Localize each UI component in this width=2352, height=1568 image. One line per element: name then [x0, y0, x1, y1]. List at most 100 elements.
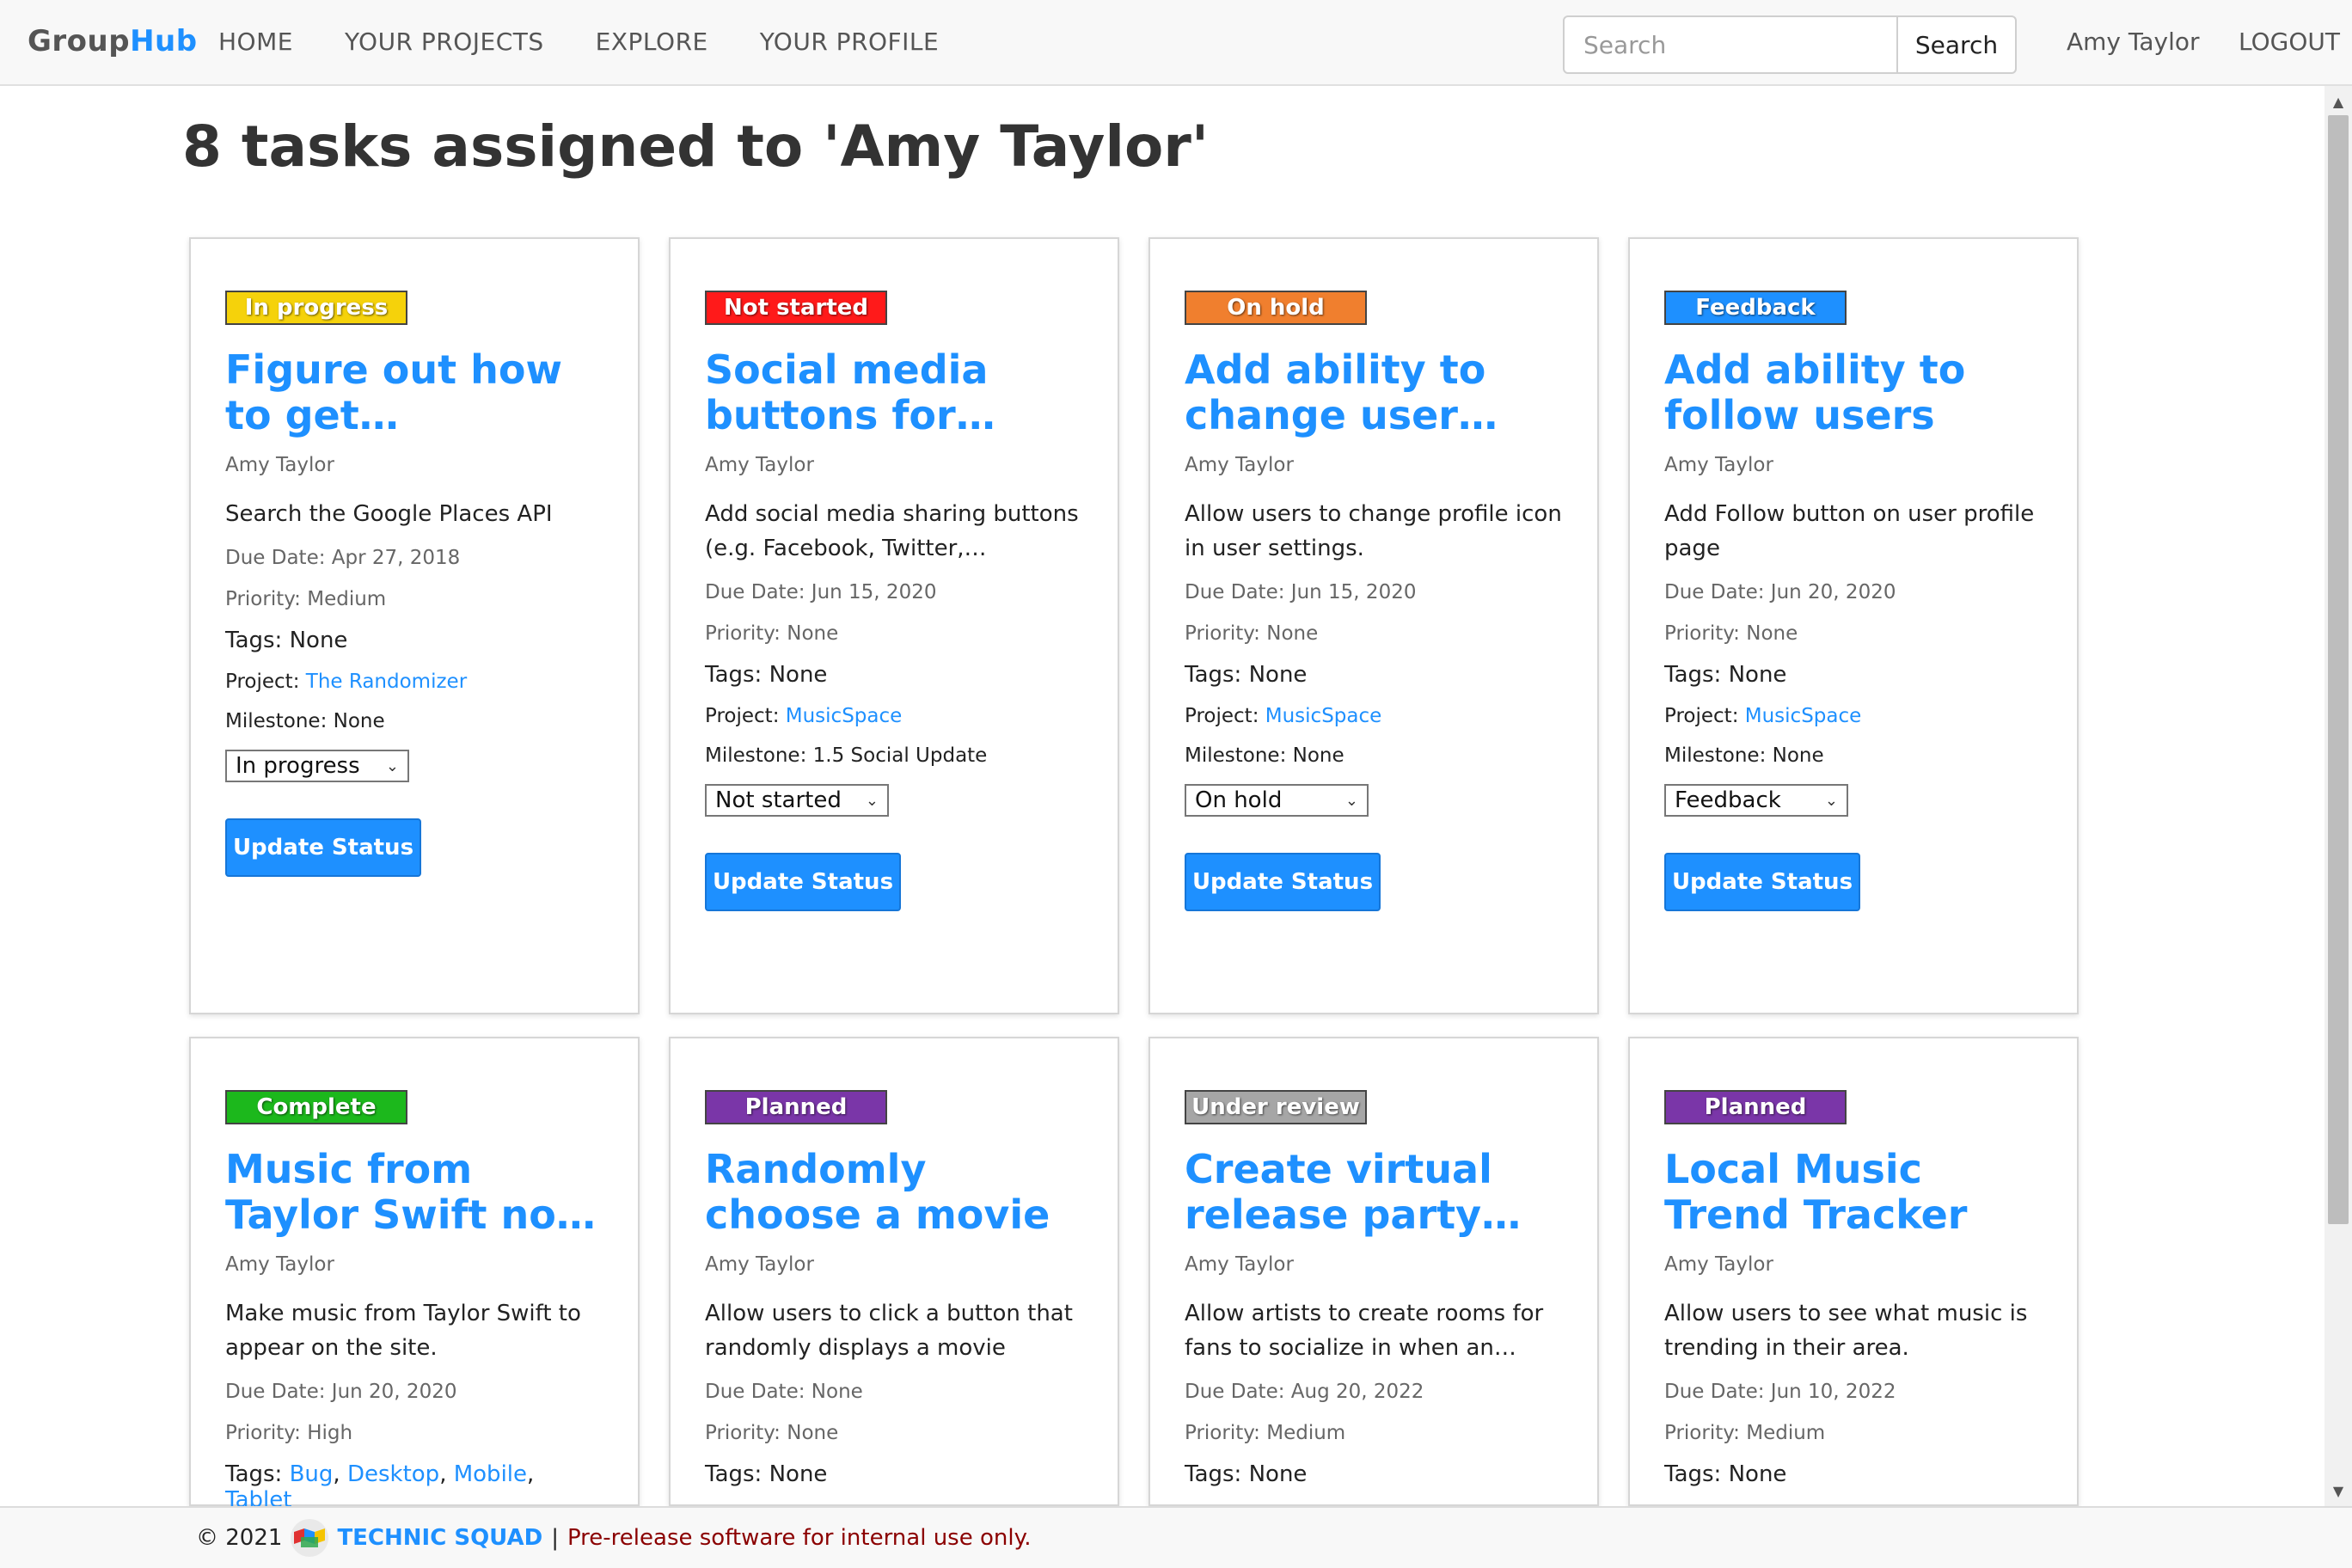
- status-badge: Not started: [705, 291, 887, 325]
- nav-explore[interactable]: EXPLORE: [596, 28, 708, 56]
- task-priority: Priority: High: [225, 1422, 603, 1444]
- task-milestone: Milestone: None: [225, 710, 603, 732]
- milestone-value: None: [1772, 744, 1824, 767]
- task-title-link[interactable]: Social media buttons for sharing: [705, 347, 1083, 438]
- tags-label: Tags:: [1664, 662, 1729, 688]
- project-link[interactable]: MusicSpace: [786, 705, 903, 727]
- task-project: Project: MusicSpace: [705, 705, 1083, 727]
- task-tags: Tags: None: [1664, 1461, 2043, 1487]
- status-select-value: Not started: [715, 787, 842, 813]
- task-priority: Priority: None: [705, 622, 1083, 645]
- priority-value: None: [1746, 622, 1798, 645]
- tag-link[interactable]: Desktop: [347, 1461, 439, 1487]
- status-select-value: In progress: [236, 753, 360, 779]
- task-priority: Priority: Medium: [1664, 1422, 2043, 1444]
- chevron-down-icon: ⌄: [1344, 791, 1358, 810]
- status-badge: Complete: [225, 1090, 407, 1124]
- task-title-link[interactable]: Music from Taylor Swift not appearing: [225, 1147, 603, 1238]
- status-badge: Feedback: [1664, 291, 1847, 325]
- task-description: Make music from Taylor Swift to appear o…: [225, 1301, 581, 1361]
- search-button[interactable]: Search: [1896, 17, 2015, 72]
- nav-home[interactable]: HOME: [218, 28, 293, 56]
- nav-your-profile[interactable]: YOUR PROFILE: [760, 28, 940, 56]
- task-card: Under review Create virtual release part…: [1148, 1037, 1599, 1506]
- milestone-label: Milestone:: [1664, 744, 1773, 767]
- task-description: Add Follow button on user profile page: [1664, 501, 2035, 561]
- logout-link[interactable]: LOGOUT: [2239, 28, 2340, 56]
- status-select[interactable]: Not started ⌄: [705, 784, 889, 817]
- tag-link[interactable]: Bug: [290, 1461, 334, 1487]
- due-date-value: None: [811, 1381, 863, 1403]
- milestone-label: Milestone:: [225, 710, 334, 732]
- user-profile-link[interactable]: Amy Taylor: [2067, 28, 2200, 56]
- task-project: Project: MusicSpace: [1664, 705, 2043, 727]
- task-due-date: Due Date: Jun 15, 2020: [705, 581, 1083, 603]
- task-due-date: Due Date: Jun 20, 2020: [1664, 581, 2043, 603]
- scrollbar-thumb[interactable]: [2328, 115, 2349, 1224]
- due-date-label: Due Date:: [1185, 1381, 1291, 1403]
- task-tags: Tags: Bug, Desktop, Mobile, Tablet: [225, 1461, 535, 1513]
- priority-label: Priority:: [1185, 1422, 1267, 1444]
- priority-value: None: [787, 622, 839, 645]
- task-title-link[interactable]: Randomly choose a movie: [705, 1147, 1083, 1238]
- due-date-label: Due Date:: [225, 1381, 332, 1403]
- task-card: Not started Social media buttons for sha…: [669, 237, 1119, 1014]
- tags-label: Tags:: [1185, 662, 1249, 688]
- footer-copyright: © 2021: [196, 1525, 283, 1551]
- status-select[interactable]: In progress ⌄: [225, 750, 409, 782]
- task-due-date: Due Date: None: [705, 1381, 1083, 1403]
- status-select[interactable]: Feedback ⌄: [1664, 784, 1848, 817]
- status-select[interactable]: On hold ⌄: [1185, 784, 1369, 817]
- project-link[interactable]: The Randomizer: [306, 671, 467, 693]
- brand-part-2: Hub: [130, 24, 198, 58]
- tag-link[interactable]: Mobile: [454, 1461, 527, 1487]
- priority-value: Medium: [1746, 1422, 1826, 1444]
- task-title-link[interactable]: Local Music Trend Tracker: [1664, 1147, 2043, 1238]
- task-milestone: Milestone: None: [1664, 744, 2043, 767]
- status-select-value: Feedback: [1675, 787, 1781, 813]
- tags-label: Tags:: [705, 1461, 769, 1487]
- task-assignee: Amy Taylor: [225, 454, 334, 476]
- task-title-link[interactable]: Figure out how to get entertainment reco…: [225, 347, 603, 438]
- due-date-label: Due Date:: [705, 1381, 812, 1403]
- task-priority: Priority: None: [1185, 622, 1563, 645]
- task-due-date: Due Date: Jun 15, 2020: [1185, 581, 1563, 603]
- update-status-button[interactable]: Update Status: [225, 818, 421, 877]
- nav-links: HOME YOUR PROJECTS EXPLORE YOUR PROFILE: [218, 28, 990, 56]
- priority-value: Medium: [307, 588, 387, 610]
- task-assignee: Amy Taylor: [1185, 1253, 1294, 1276]
- priority-label: Priority:: [1664, 1422, 1747, 1444]
- brand-logo[interactable]: GroupHub: [28, 24, 198, 58]
- task-description: Allow users to click a button that rando…: [705, 1301, 1073, 1361]
- due-date-value: Jun 15, 2020: [811, 581, 937, 603]
- search-form: Search: [1563, 15, 2017, 74]
- due-date-label: Due Date:: [705, 581, 812, 603]
- task-title-link[interactable]: Add ability to change user profile icon: [1185, 347, 1563, 438]
- due-date-value: Jun 15, 2020: [1290, 581, 1417, 603]
- update-status-button[interactable]: Update Status: [705, 853, 901, 911]
- task-title-link[interactable]: Create virtual release party rooms: [1185, 1147, 1563, 1238]
- due-date-value: Jun 10, 2022: [1770, 1381, 1896, 1403]
- task-tags: Tags: None: [1185, 662, 1563, 688]
- status-select-value: On hold: [1195, 787, 1283, 813]
- milestone-value: None: [1292, 744, 1344, 767]
- tags-value: None: [769, 662, 828, 688]
- project-link[interactable]: MusicSpace: [1265, 705, 1382, 727]
- task-priority: Priority: None: [705, 1422, 1083, 1444]
- search-input[interactable]: [1565, 17, 1896, 72]
- task-project: Project: The Randomizer: [225, 671, 603, 693]
- arrow-up-icon[interactable]: ▲: [2324, 89, 2352, 113]
- update-status-button[interactable]: Update Status: [1664, 853, 1860, 911]
- project-link[interactable]: MusicSpace: [1745, 705, 1862, 727]
- scrollbar[interactable]: ▲ ▼: [2324, 86, 2352, 1506]
- task-card: Complete Music from Taylor Swift not app…: [189, 1037, 640, 1513]
- nav-your-projects[interactable]: YOUR PROJECTS: [345, 28, 544, 56]
- arrow-down-icon[interactable]: ▼: [2324, 1479, 2352, 1503]
- due-date-value: Aug 20, 2022: [1290, 1381, 1424, 1403]
- task-title-link[interactable]: Add ability to follow users: [1664, 347, 2043, 438]
- project-label: Project:: [1664, 705, 1745, 727]
- update-status-button[interactable]: Update Status: [1185, 853, 1381, 911]
- task-card: Feedback Add ability to follow users Amy…: [1628, 237, 2079, 1014]
- due-date-label: Due Date:: [1185, 581, 1291, 603]
- task-priority: Priority: None: [1664, 622, 2043, 645]
